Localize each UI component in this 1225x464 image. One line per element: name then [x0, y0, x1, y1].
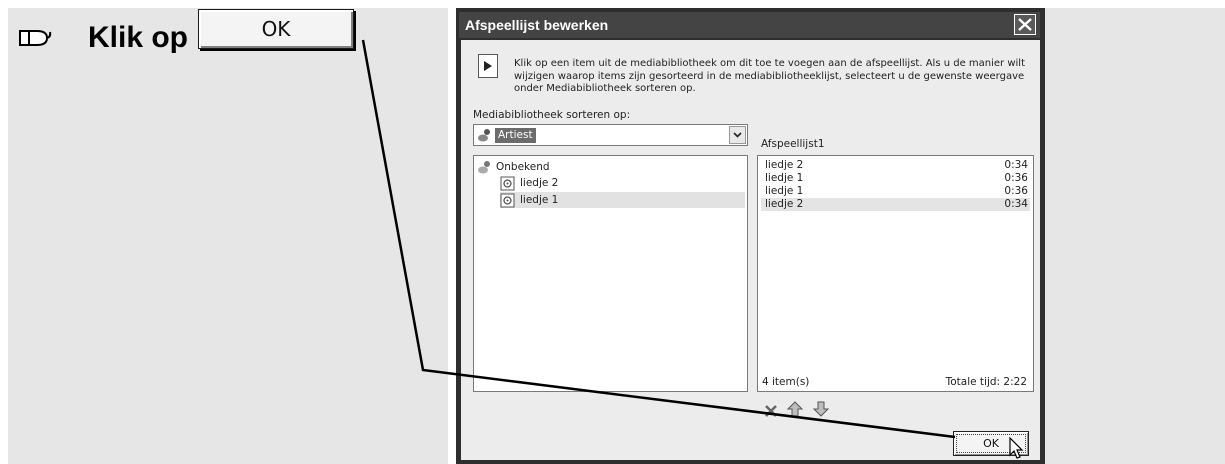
sort-label: Mediabibliotheek sorteren op:	[473, 109, 631, 121]
playlist-list[interactable]: liedje 2 0:34 liedje 1 0:36 liedje 1 0:3…	[757, 155, 1034, 392]
playlist-row[interactable]: liedje 1 0:36	[761, 172, 1030, 185]
mouse-icon	[19, 30, 52, 46]
media-file-icon	[500, 193, 515, 207]
tree-item-label: liedje 2	[520, 177, 559, 189]
playlist-row-duration: 0:34	[1004, 159, 1028, 171]
dialog-title: Afspeellijst bewerken	[465, 17, 609, 33]
info-line: onder Mediabibliotheek sorteren op.	[514, 83, 696, 94]
playlist-row-title: liedje 1	[765, 185, 804, 197]
instruction-panel	[8, 8, 448, 464]
playlist-row-duration: 0:36	[1004, 185, 1028, 197]
dialog-titlebar[interactable]: Afspeellijst bewerken	[459, 12, 1040, 38]
playlist-row-title: liedje 1	[765, 172, 804, 184]
move-up-icon[interactable]	[787, 401, 803, 417]
move-down-icon[interactable]	[813, 401, 829, 417]
tree-item-song[interactable]: liedje 2	[500, 175, 745, 191]
playlist-row-title: liedje 2	[765, 159, 804, 171]
tree-item-label: liedje 1	[520, 194, 559, 206]
item-count: 4 item(s)	[762, 376, 810, 388]
library-tree[interactable]: Onbekend liedje 2 liedje 1	[473, 155, 748, 392]
artist-icon	[478, 129, 490, 142]
info-line: Klik op een item uit de mediabibliotheek…	[514, 58, 1025, 69]
total-time: Totale tijd: 2:22	[945, 376, 1027, 388]
playlist-row-duration: 0:34	[1004, 198, 1028, 210]
tree-item-song[interactable]: liedje 1	[500, 192, 745, 208]
playlist-row-duration: 0:36	[1004, 172, 1028, 184]
artist-icon	[478, 161, 490, 174]
right-panel	[1045, 8, 1225, 464]
pointer-cursor-icon	[1009, 437, 1024, 459]
tree-item-unknown[interactable]: Onbekend	[477, 159, 745, 175]
close-icon	[1018, 18, 1032, 31]
chevron-down-icon	[733, 132, 742, 138]
divider	[448, 8, 456, 464]
playlist-row-title: liedje 2	[765, 198, 804, 210]
sort-dropdown-value: Artiest	[495, 128, 536, 143]
tree-item-label: Onbekend	[496, 161, 550, 173]
play-icon	[478, 54, 498, 78]
sort-dropdown[interactable]: Artiest	[473, 124, 748, 146]
playlist-row[interactable]: liedje 2 0:34	[761, 198, 1030, 211]
media-file-icon	[500, 176, 515, 190]
playlist-name: Afspeellijst1	[761, 138, 825, 150]
dropdown-button[interactable]	[729, 126, 746, 144]
ok-button-illustration: OK	[198, 9, 354, 49]
delete-icon[interactable]	[763, 402, 779, 418]
playlist-row[interactable]: liedje 1 0:36	[761, 185, 1030, 198]
playlist-row[interactable]: liedje 2 0:34	[761, 159, 1030, 172]
close-button[interactable]	[1014, 14, 1036, 35]
info-line: wijzigen waarop items zijn gesorteerd in…	[514, 70, 1025, 82]
dialog-instructions: Klik op een item uit de mediabibliotheek…	[514, 58, 1034, 96]
instruction-text: Klik op	[88, 21, 189, 54]
